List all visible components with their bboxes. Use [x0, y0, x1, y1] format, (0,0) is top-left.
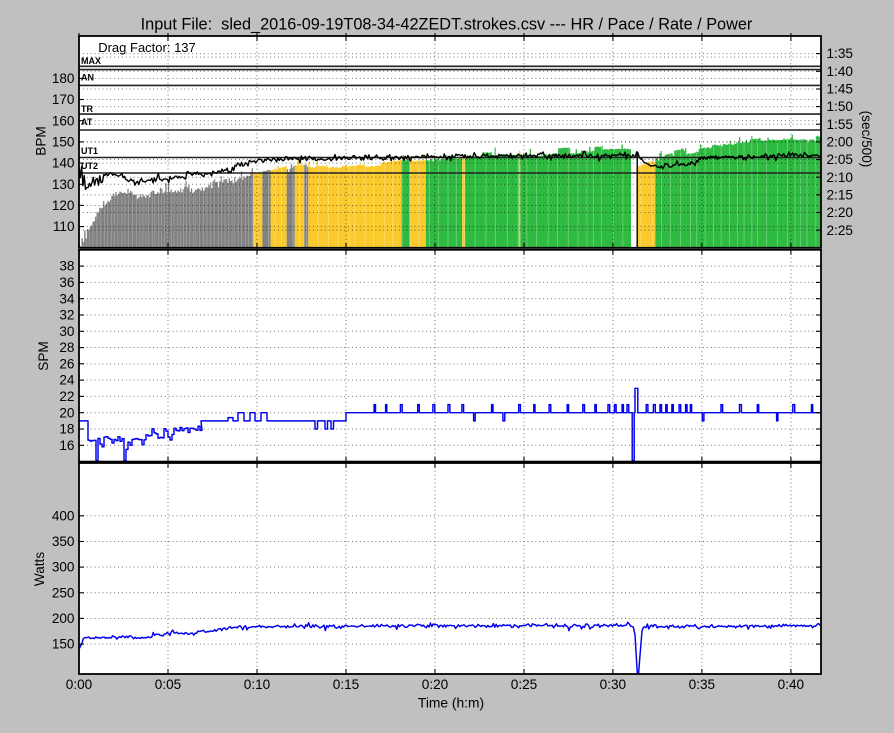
svg-text:AN: AN: [81, 73, 94, 83]
svg-text:20: 20: [59, 405, 75, 420]
svg-text:350: 350: [52, 534, 75, 549]
svg-text:SPM: SPM: [36, 341, 51, 370]
svg-text:0:25: 0:25: [511, 677, 537, 692]
svg-text:Time (h:m): Time (h:m): [418, 695, 484, 710]
svg-text:BPM: BPM: [34, 126, 49, 155]
svg-text:150: 150: [52, 135, 75, 150]
svg-text:UT2: UT2: [81, 161, 98, 171]
svg-text:2:10: 2:10: [827, 170, 854, 185]
svg-text:0:15: 0:15: [333, 677, 359, 692]
svg-text:150: 150: [52, 637, 75, 652]
svg-text:400: 400: [52, 508, 75, 523]
svg-text:Input File: sled_2016-09-19T0: Input File: sled_2016-09-19T08-34-42ZEDT…: [141, 16, 753, 34]
svg-text:1:35: 1:35: [827, 46, 853, 61]
svg-text:TR: TR: [81, 104, 93, 114]
svg-text:2:15: 2:15: [827, 187, 853, 202]
svg-text:1:50: 1:50: [827, 99, 854, 114]
svg-text:18: 18: [59, 422, 74, 437]
svg-text:110: 110: [53, 219, 75, 234]
svg-text:24: 24: [59, 373, 75, 388]
svg-text:2:25: 2:25: [827, 223, 853, 238]
svg-text:16: 16: [59, 438, 74, 453]
svg-text:UT1: UT1: [81, 146, 98, 156]
svg-text:28: 28: [59, 340, 74, 355]
svg-text:32: 32: [59, 308, 74, 323]
svg-text:170: 170: [52, 92, 75, 107]
svg-text:AT: AT: [81, 117, 93, 127]
svg-text:2:05: 2:05: [827, 152, 853, 167]
svg-text:2:20: 2:20: [827, 205, 854, 220]
svg-text:180: 180: [52, 71, 75, 86]
svg-text:38: 38: [59, 259, 74, 274]
svg-text:0:30: 0:30: [600, 677, 627, 692]
svg-text:130: 130: [52, 177, 75, 192]
svg-text:2:00: 2:00: [827, 135, 854, 150]
svg-text:0:00: 0:00: [66, 677, 93, 692]
svg-text:120: 120: [52, 198, 75, 213]
svg-text:0:20: 0:20: [422, 677, 449, 692]
svg-text:0:40: 0:40: [778, 677, 805, 692]
svg-text:Watts: Watts: [32, 552, 47, 586]
svg-text:250: 250: [52, 585, 75, 600]
svg-text:300: 300: [52, 560, 75, 575]
svg-text:MAX: MAX: [81, 56, 101, 66]
svg-text:0:10: 0:10: [244, 677, 271, 692]
svg-text:(sec/500): (sec/500): [859, 111, 874, 168]
svg-text:22: 22: [59, 389, 74, 404]
svg-text:0:35: 0:35: [689, 677, 715, 692]
svg-text:140: 140: [52, 156, 75, 171]
svg-text:160: 160: [52, 113, 75, 128]
svg-text:34: 34: [59, 291, 75, 306]
svg-text:1:40: 1:40: [827, 64, 854, 79]
svg-text:Drag Factor: 137: Drag Factor: 137: [98, 40, 196, 55]
svg-text:36: 36: [59, 275, 74, 290]
svg-text:200: 200: [52, 611, 75, 626]
svg-text:26: 26: [59, 356, 74, 371]
svg-text:1:55: 1:55: [827, 117, 853, 132]
svg-text:1:45: 1:45: [827, 82, 853, 97]
svg-text:0:05: 0:05: [155, 677, 181, 692]
svg-text:30: 30: [59, 324, 75, 339]
